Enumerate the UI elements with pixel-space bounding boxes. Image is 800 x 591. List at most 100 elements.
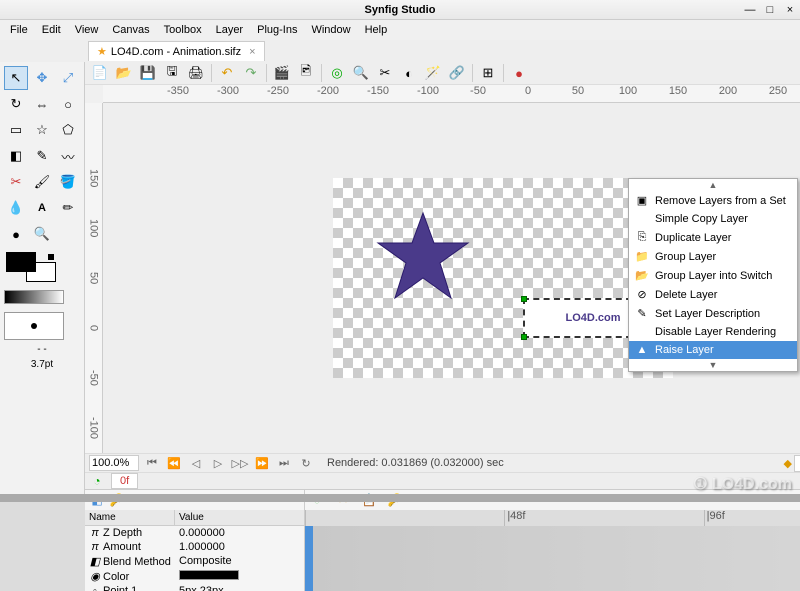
- context-menu-item[interactable]: ▲Raise Layer: [629, 341, 797, 359]
- seek-prev-icon[interactable]: ◁: [187, 454, 205, 472]
- context-menu-item[interactable]: Disable Layer Rendering: [629, 323, 797, 341]
- record-icon[interactable]: ●: [508, 62, 530, 84]
- brush-size-label: 3.7pt: [4, 359, 80, 370]
- resize-handle[interactable]: [521, 296, 527, 302]
- menu-toolbox[interactable]: Toolbox: [158, 22, 208, 38]
- params-header-value[interactable]: Value: [175, 510, 304, 525]
- frame-label: 0f: [111, 473, 138, 489]
- minimize-button[interactable]: —: [744, 4, 756, 16]
- canvas-text-label: LO4D.com: [565, 312, 620, 324]
- play-icon[interactable]: ▷: [209, 454, 227, 472]
- context-menu-item[interactable]: Simple Copy Layer: [629, 210, 797, 228]
- canvas[interactable]: LO4D.com: [333, 178, 673, 378]
- resize-handle[interactable]: [521, 334, 527, 340]
- draw-tool[interactable]: 〰: [56, 144, 80, 168]
- target-icon[interactable]: ◎: [326, 62, 348, 84]
- saveas-icon[interactable]: 🖫: [161, 62, 183, 84]
- param-row[interactable]: ◧Blend MethodComposite: [85, 554, 304, 569]
- timeline-ruler[interactable]: |48f |96f: [305, 510, 800, 526]
- watermark: ① LO4D.com: [693, 474, 792, 494]
- context-menu-item[interactable]: ✎Set Layer Description: [629, 304, 797, 323]
- sketch-tool[interactable]: ✏: [56, 196, 80, 220]
- redo-icon[interactable]: ↷: [240, 62, 262, 84]
- maximize-button[interactable]: □: [764, 4, 776, 16]
- open-icon[interactable]: 📂: [113, 62, 135, 84]
- width-tool[interactable]: 🖌: [30, 170, 54, 194]
- context-menu-item[interactable]: ▣Remove Layers from a Set: [629, 191, 797, 210]
- wand-icon[interactable]: 🪄: [422, 62, 444, 84]
- seek-prev-kf-icon[interactable]: ⏪: [165, 454, 183, 472]
- spline-tool[interactable]: ✎: [30, 144, 54, 168]
- seek-start-icon[interactable]: ⏮: [143, 454, 161, 472]
- timeline-scrollbar[interactable]: [0, 494, 800, 502]
- param-row[interactable]: πZ Depth0.000000: [85, 526, 304, 540]
- seek-next-kf-icon[interactable]: ⏩: [253, 454, 271, 472]
- mirror-tool[interactable]: ⇔: [30, 92, 54, 116]
- close-button[interactable]: ×: [784, 4, 796, 16]
- menu-edit[interactable]: Edit: [36, 22, 67, 38]
- scale-tool[interactable]: ⤢: [56, 66, 80, 90]
- zoom-tool[interactable]: 🔍: [30, 222, 54, 246]
- brush-preview[interactable]: [4, 312, 64, 340]
- ruler-vertical: 150100500-50-100: [85, 103, 103, 453]
- undo-icon[interactable]: ↶: [216, 62, 238, 84]
- cut-icon[interactable]: ✂: [374, 62, 396, 84]
- playhead[interactable]: [305, 526, 313, 591]
- interpolation-select[interactable]: Clamped: [794, 455, 800, 472]
- render-icon[interactable]: 🎬: [271, 62, 293, 84]
- statusbar: ⏮ ⏪ ◁ ▷ ▷▷ ⏩ ⏭ ↻ Rendered: 0.031869 (0.0…: [85, 453, 800, 472]
- bottom-panel: ◧ 🔑 Name Value πZ Depth0.000000πAmount1.…: [85, 489, 800, 591]
- transform-tool[interactable]: ↖: [4, 66, 28, 90]
- menu-plugins[interactable]: Plug-Ins: [251, 22, 303, 38]
- gradient-preview[interactable]: [4, 290, 64, 304]
- rectangle-tool[interactable]: ▭: [4, 118, 28, 142]
- smooth-move-tool[interactable]: ✥: [30, 66, 54, 90]
- menu-file[interactable]: File: [4, 22, 34, 38]
- menu-help[interactable]: Help: [359, 22, 394, 38]
- link-icon[interactable]: 🔗: [446, 62, 468, 84]
- onion-icon[interactable]: ◐: [398, 62, 420, 84]
- context-menu-item[interactable]: ⊘Delete Layer: [629, 285, 797, 304]
- param-row[interactable]: ◦Point 15px,23px: [85, 584, 304, 591]
- gradient-tool[interactable]: ◧: [4, 144, 28, 168]
- zoom-icon[interactable]: 🔍: [350, 62, 372, 84]
- brush-tool[interactable]: ●: [4, 222, 28, 246]
- param-row[interactable]: ◉Color: [85, 569, 304, 584]
- circle-tool[interactable]: ○: [56, 92, 80, 116]
- context-menu-item[interactable]: 📁Group Layer: [629, 247, 797, 266]
- cutout-tool[interactable]: ✂: [4, 170, 28, 194]
- zoom-input[interactable]: [89, 455, 139, 471]
- seek-next-icon[interactable]: ▷▷: [231, 454, 249, 472]
- new-icon[interactable]: 📄: [89, 62, 111, 84]
- eyedrop-tool[interactable]: 💧: [4, 196, 28, 220]
- sb2-icon[interactable]: ◔: [89, 473, 105, 489]
- star-tool[interactable]: ☆: [30, 118, 54, 142]
- preview-icon[interactable]: 🖻: [295, 62, 317, 84]
- loop-icon[interactable]: ↻: [297, 454, 315, 472]
- param-row[interactable]: πAmount1.000000: [85, 540, 304, 554]
- fill-tool[interactable]: 🪣: [56, 170, 80, 194]
- menu-scroll-up-icon[interactable]: ▲: [629, 179, 797, 191]
- menu-view[interactable]: View: [69, 22, 105, 38]
- context-menu-item[interactable]: ⎘Duplicate Layer: [629, 228, 797, 247]
- save-icon[interactable]: 💾: [137, 62, 159, 84]
- seek-end-icon[interactable]: ⏭: [275, 454, 293, 472]
- saveall-icon[interactable]: 🖨: [185, 62, 207, 84]
- swap-colors-icon[interactable]: [48, 254, 54, 260]
- params-header-name[interactable]: Name: [85, 510, 175, 525]
- ruler-horizontal: -350-300-250-200-150-100-500501001502002…: [103, 85, 800, 103]
- menu-canvas[interactable]: Canvas: [106, 22, 155, 38]
- menu-layer[interactable]: Layer: [210, 22, 250, 38]
- fill-color[interactable]: [6, 252, 36, 272]
- menu-window[interactable]: Window: [305, 22, 356, 38]
- text-tool[interactable]: A: [30, 196, 54, 220]
- grid-icon[interactable]: ⊞: [477, 62, 499, 84]
- polygon-tool[interactable]: ⬠: [56, 118, 80, 142]
- rotate-tool[interactable]: ↻: [4, 92, 28, 116]
- canvas-star-shape[interactable]: [373, 208, 473, 308]
- document-tab[interactable]: ★ LO4D.com - Animation.sifz ×: [88, 41, 265, 61]
- close-tab-icon[interactable]: ×: [249, 46, 255, 58]
- context-menu-item[interactable]: 📂Group Layer into Switch: [629, 266, 797, 285]
- timetrack[interactable]: [305, 526, 800, 591]
- menu-scroll-down-icon[interactable]: ▼: [629, 359, 797, 371]
